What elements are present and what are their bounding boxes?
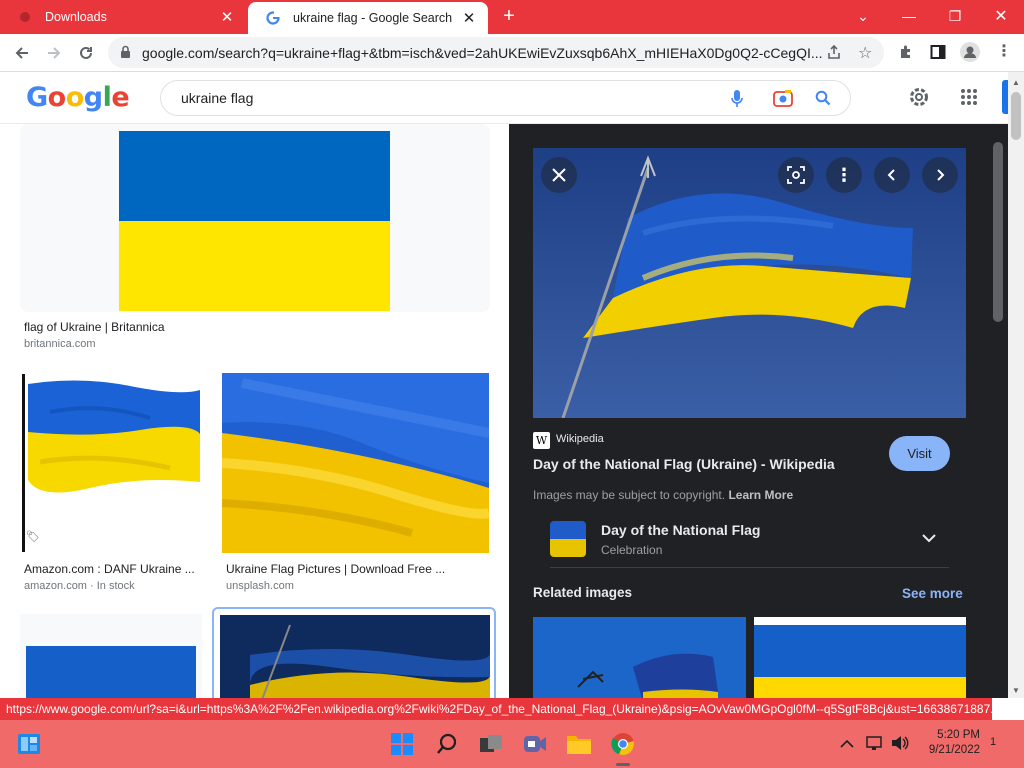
active-app-indicator <box>616 763 630 766</box>
extensions-icon[interactable] <box>898 44 914 65</box>
lock-icon[interactable] <box>120 45 131 64</box>
copyright-notice: Images may be subject to copyright. Lear… <box>533 488 793 502</box>
search-icon[interactable] <box>434 731 460 757</box>
search-icon[interactable] <box>815 90 831 111</box>
camera-lens-icon[interactable] <box>773 89 793 112</box>
share-icon[interactable] <box>826 44 842 65</box>
image-preview-panel: ⋮ W Wikipedia Day of the National Flag (… <box>509 124 990 698</box>
scrollbar-thumb[interactable] <box>1011 92 1021 140</box>
tag-icon: 🏷 <box>26 531 40 543</box>
back-button[interactable] <box>8 39 36 67</box>
restore-button[interactable]: ❐ <box>932 0 978 32</box>
result-title[interactable]: Ukraine Flag Pictures | Download Free ..… <box>226 562 445 576</box>
image-results: flag of Ukraine | Britannica britannica.… <box>0 124 509 698</box>
result-image-selected[interactable] <box>212 607 496 698</box>
copyright-text: Images may be subject to copyright. <box>533 488 726 502</box>
page-scrollbar[interactable]: ▲ ▼ <box>1008 72 1024 698</box>
new-tab-button[interactable]: + <box>498 6 520 28</box>
logo-letter: G <box>26 82 48 113</box>
result-image-britannica[interactable] <box>20 124 490 312</box>
result-source[interactable]: amazon.com · In stock <box>24 580 135 592</box>
tab-title: ukraine flag - Google Search <box>293 11 453 25</box>
entity-thumbnail <box>550 521 586 557</box>
learn-more-link[interactable]: Learn More <box>728 488 793 502</box>
result-source[interactable]: unsplash.com <box>226 580 294 592</box>
logo-letter: g <box>83 82 103 113</box>
google-header: Google ukraine flag <box>0 72 1008 124</box>
forward-button[interactable] <box>40 39 68 67</box>
menu-icon[interactable]: ⋮ <box>996 41 1012 61</box>
network-icon[interactable] <box>866 735 884 756</box>
previous-arrow-icon[interactable] <box>874 157 910 193</box>
minimize-button[interactable]: — <box>886 0 932 32</box>
tab-downloads[interactable]: Downloads ✕ <box>0 0 246 34</box>
logo-letter: e <box>111 82 130 113</box>
chrome-icon[interactable] <box>610 731 636 757</box>
downloads-icon <box>17 9 33 25</box>
entity-card[interactable]: Day of the National Flag Celebration <box>550 518 949 568</box>
profile-avatar[interactable] <box>960 42 980 67</box>
close-icon[interactable]: ✕ <box>216 6 238 28</box>
ukraine-flag-image <box>119 131 390 311</box>
task-view-icon[interactable] <box>478 731 504 757</box>
preview-scrollbar[interactable] <box>990 124 1008 698</box>
clock-time: 5:20 PM <box>937 729 980 741</box>
tab-google-search[interactable]: ukraine flag - Google Search ✕ <box>248 2 488 34</box>
microphone-icon[interactable] <box>731 90 743 113</box>
address-bar[interactable]: google.com/search?q=ukraine+flag+&tbm=is… <box>108 37 884 68</box>
logo-letter: o <box>65 82 85 113</box>
related-image-2[interactable] <box>754 617 966 698</box>
file-explorer-icon[interactable] <box>566 731 592 757</box>
site-name[interactable]: Wikipedia <box>556 433 604 445</box>
windows-start-icon[interactable] <box>389 731 415 757</box>
apps-grid-icon[interactable] <box>960 88 978 111</box>
tab-title: Downloads <box>45 10 107 24</box>
side-panel-icon[interactable] <box>930 44 946 65</box>
more-options-icon[interactable]: ⋮ <box>826 157 862 193</box>
result-image-unsplash[interactable] <box>222 373 489 553</box>
close-icon[interactable]: ✕ <box>458 7 480 29</box>
chevron-up-icon[interactable] <box>840 736 854 754</box>
entity-name: Day of the National Flag <box>601 522 761 538</box>
close-window-button[interactable]: ✕ <box>978 0 1024 32</box>
browser-toolbar: google.com/search?q=ukraine+flag+&tbm=is… <box>0 34 1024 72</box>
search-box[interactable]: ukraine flag <box>160 80 851 116</box>
settings-gear-icon[interactable] <box>908 86 930 113</box>
widgets-icon[interactable] <box>16 731 42 757</box>
tab-search-icon[interactable]: ⌄ <box>840 0 886 32</box>
google-icon <box>265 10 281 26</box>
bookmark-star-icon[interactable]: ☆ <box>858 43 872 63</box>
next-arrow-icon[interactable] <box>922 157 958 193</box>
tab-strip: Downloads ✕ ukraine flag - Google Search… <box>0 0 1024 34</box>
related-images-heading: Related images <box>533 585 633 600</box>
result-image-amazon[interactable]: 🏷 <box>20 372 202 553</box>
clock[interactable]: 5:20 PM 9/21/2022 <box>920 728 980 758</box>
url-text: google.com/search?q=ukraine+flag+&tbm=is… <box>142 45 822 61</box>
volume-icon[interactable] <box>891 735 909 756</box>
see-more-link[interactable]: See more <box>902 586 963 601</box>
status-bar-url: https://www.google.com/url?sa=i&url=http… <box>0 698 992 720</box>
preview-title[interactable]: Day of the National Flag (Ukraine) - Wik… <box>533 456 835 472</box>
taskbar: 5:20 PM 9/21/2022 1 <box>0 720 1024 768</box>
wikipedia-icon: W <box>533 432 550 449</box>
clock-date: 9/21/2022 <box>928 744 980 756</box>
entity-type: Celebration <box>601 543 663 557</box>
visit-button[interactable]: Visit <box>889 436 950 471</box>
notification-count[interactable]: 1 <box>990 736 996 748</box>
result-title[interactable]: Amazon.com : DANF Ukraine ... <box>24 562 195 576</box>
close-preview-button[interactable] <box>541 157 577 193</box>
logo-letter: o <box>47 82 67 113</box>
teams-chat-icon[interactable] <box>522 731 548 757</box>
lens-search-icon[interactable] <box>778 157 814 193</box>
result-source[interactable]: britannica.com <box>24 338 96 350</box>
result-image-flag-small[interactable] <box>20 614 202 698</box>
search-input[interactable]: ukraine flag <box>181 90 253 106</box>
related-image-1[interactable] <box>533 617 746 698</box>
result-title[interactable]: flag of Ukraine | Britannica <box>24 320 165 334</box>
google-logo[interactable]: Google <box>26 82 130 113</box>
reload-button[interactable] <box>72 39 100 67</box>
chevron-down-icon[interactable] <box>922 530 936 548</box>
